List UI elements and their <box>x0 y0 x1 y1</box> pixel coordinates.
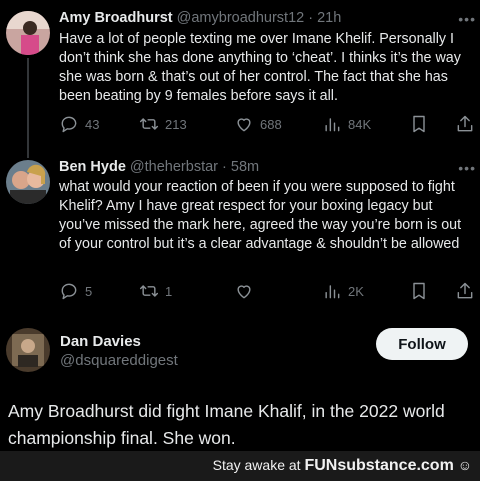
bookmark-icon <box>413 282 425 300</box>
avatar[interactable] <box>6 160 50 204</box>
post-dan[interactable]: Dan Davies @dsquareddigest Follow Amy Br… <box>0 318 480 451</box>
like-button[interactable]: 688 <box>234 114 282 134</box>
like-count: 688 <box>260 116 282 132</box>
reply-count: 43 <box>85 116 100 132</box>
avatar[interactable] <box>6 328 50 372</box>
tweet-amy[interactable]: Amy Broadhurst @amybroadhurst12 · 21h ••… <box>0 0 480 150</box>
tweet-header: Amy Broadhurst @amybroadhurst12 · 21h <box>59 10 342 26</box>
share-button[interactable] <box>455 114 475 134</box>
reply-icon <box>61 116 77 133</box>
more-icon[interactable]: ••• <box>458 161 476 175</box>
share-button[interactable] <box>455 281 475 301</box>
more-icon[interactable]: ••• <box>458 12 476 26</box>
follow-button[interactable]: Follow <box>376 328 468 360</box>
repost-icon <box>139 118 159 130</box>
reply-button[interactable]: 43 <box>59 114 99 134</box>
author-handle[interactable]: @theherbstar <box>130 159 218 175</box>
tweet-ben[interactable]: Ben Hyde @theherbstar · 58m ••• what wou… <box>0 150 480 310</box>
bookmark-button[interactable] <box>409 114 429 134</box>
author-name[interactable]: Dan Davies <box>60 333 141 350</box>
views-count: 2K <box>348 283 364 299</box>
like-icon <box>237 118 251 132</box>
bookmark-icon <box>413 115 425 133</box>
tweet-time[interactable]: 58m <box>231 159 259 175</box>
author-name[interactable]: Amy Broadhurst <box>59 10 173 26</box>
repost-count: 213 <box>165 116 187 132</box>
share-icon <box>457 282 473 299</box>
repost-button[interactable]: 1 <box>139 281 172 301</box>
avatar[interactable] <box>6 11 50 55</box>
watermark-text: Stay awake at FUNsubstance.com ☺ <box>213 457 472 475</box>
repost-button[interactable]: 213 <box>139 114 187 134</box>
like-icon <box>237 285 251 299</box>
reply-icon <box>61 283 77 300</box>
reply-button[interactable]: 5 <box>59 281 92 301</box>
post-text: Amy Broadhurst did fight Imane Khalif, i… <box>8 401 445 448</box>
watermark-prefix: Stay awake at <box>212 457 305 473</box>
tweet-text: Have a lot of people texting me over Ima… <box>59 31 461 104</box>
views-icon <box>325 285 340 299</box>
author-name[interactable]: Ben Hyde <box>59 159 126 175</box>
smiley-icon: ☺ <box>457 457 472 473</box>
author-handle[interactable]: @amybroadhurst12 <box>177 10 305 26</box>
author-handle[interactable]: @dsquareddigest <box>60 352 178 369</box>
views-count: 84K <box>348 116 372 132</box>
share-icon <box>457 115 473 132</box>
like-button[interactable] <box>234 281 260 301</box>
views-button[interactable]: 84K <box>322 114 371 134</box>
bookmark-button[interactable] <box>409 281 429 301</box>
repost-count: 1 <box>165 283 173 299</box>
tweet-header: Ben Hyde @theherbstar · 58m <box>59 159 260 175</box>
tweet-time[interactable]: 21h <box>317 10 341 26</box>
views-button[interactable]: 2K <box>322 281 364 301</box>
tweet-text: what would your reaction of been if you … <box>59 179 462 252</box>
reply-count: 5 <box>85 283 93 299</box>
views-icon <box>325 118 340 132</box>
watermark-bar: Stay awake at FUNsubstance.com ☺ <box>0 451 480 481</box>
tweet-actions: 43 213 688 84K <box>59 114 475 136</box>
watermark-brand: FUNsubstance.com <box>304 457 454 474</box>
repost-icon <box>139 285 159 297</box>
tweet-actions: 5 1 2K <box>59 281 475 303</box>
